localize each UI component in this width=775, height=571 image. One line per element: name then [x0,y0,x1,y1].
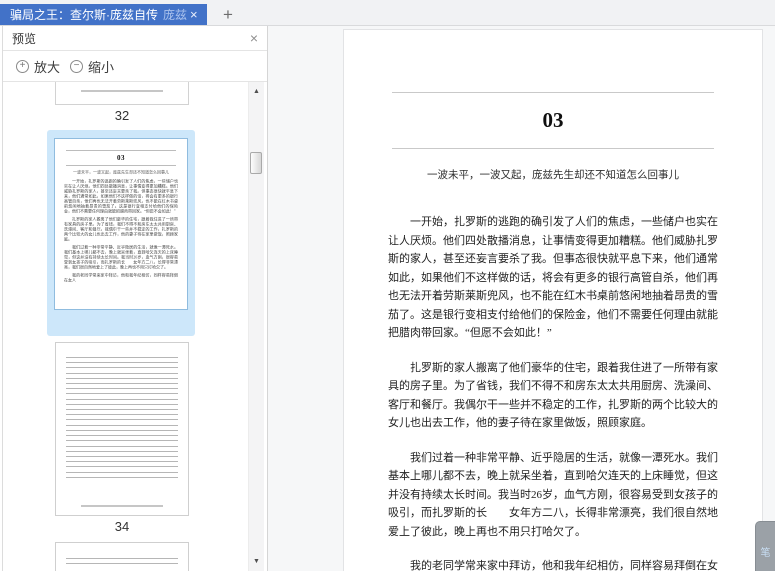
mini-paragraph: 我们过着一种非常平静、近乎隐居的生活，就像一潭死水。我们基本上哪儿都不去，晚上就… [64,245,178,270]
chapter-heading: 03 [542,108,564,132]
mini-text-lines [66,357,178,368]
thumbnail-page-32[interactable] [55,82,189,105]
preview-toolbar: + 放大 − 缩小 [3,51,267,82]
body-text: 一开始，扎罗斯的逃跑的确引发了人们的焦虑，一些储户也实在让人厌烦。他们四处散播消… [388,213,718,571]
mini-text-lines [66,399,178,420]
preview-panel-header: 预览 × [3,26,267,51]
mini-text-lines [66,472,178,478]
preview-close-icon[interactable]: × [250,31,258,45]
mini-paragraph: 扎罗斯的家人搬离了他们豪华的住宅，跟着我住进了一所带有家具的房子里。为了省钱，我… [64,217,178,242]
mini-chapter-heading: 03 [117,154,125,162]
mini-text-lines [66,373,178,394]
thumbnail-footer-line [81,505,163,507]
thumbnail-page-35[interactable] [55,542,189,571]
mini-paragraph: 我的老同学常来家中拜访，他和我年纪相仿，同样容易拜倒在女人 [64,273,178,283]
mini-text-lines [66,425,178,441]
scroll-down-icon[interactable]: ▼ [249,557,264,567]
chapter-subtitle: 一波未平，一波又起，庞兹先生却还不知道怎么回事儿 [427,170,679,181]
zoom-in-label: 放大 [34,59,61,75]
active-tab-title-faded: 庞兹 [163,8,187,22]
divider-top [392,92,714,93]
zoom-in-button[interactable]: + 放大 [16,57,60,76]
preview-panel-title: 预览 [12,31,37,46]
mini-text-block: 一波未平，一波又起，庞兹先生却还不知道怎么回事儿 一开始，扎罗斯的逃跑的确引发了… [64,168,178,296]
active-tab[interactable]: 骗局之王：查尔斯·庞兹自传 庞兹 × [0,4,207,25]
body-paragraph: 我们过着一种非常平静、近乎隐居的生活，就像一潭死水。我们基本上哪儿都不去，晚上就… [388,451,718,538]
app-window: 骗局之王：查尔斯·庞兹自传 庞兹 × + 预览 × + 放大 − 缩小 32 0… [0,0,775,571]
thumbnail-label-32: 32 [114,108,130,123]
new-tab-button[interactable]: + [207,4,249,25]
preview-panel: 预览 × + 放大 − 缩小 32 03 一波未平，一波又起，庞兹先生却还不知道… [2,26,268,571]
document-view: 03 一波未平，一波又起，庞兹先生却还不知道怎么回事儿 一开始，扎罗斯的逃跑的确… [268,26,775,571]
divider-bottom [392,148,714,149]
mini-divider [66,150,176,151]
mini-text-lines [66,446,178,467]
thumbnails-scrollbar[interactable]: ▲ ▼ [248,82,264,571]
body-paragraph: 扎罗斯的家人搬离了他们豪华的住宅，跟着我住进了一所带有家具的房子里。为了省钱，我… [388,361,718,430]
body-paragraph: 我的老同学常来家中拜访，他和我年纪相仿，同样容易拜倒在女人 [410,560,718,571]
thumbnail-page-33: 03 一波未平，一波又起，庞兹先生却还不知道怎么回事儿 一开始，扎罗斯的逃跑的确… [54,138,188,310]
active-tab-title: 骗局之王：查尔斯·庞兹自传 [10,8,158,22]
mini-text-lines [66,558,178,564]
zoom-out-button[interactable]: − 缩小 [70,57,114,76]
tab-close-icon[interactable]: × [190,8,198,21]
zoom-out-icon: − [70,59,84,73]
content-row: 预览 × + 放大 − 缩小 32 03 一波未平，一波又起，庞兹先生却还不知道… [0,26,775,571]
thumbnail-page-34[interactable] [55,342,189,516]
mini-subtitle: 一波未平，一波又起，庞兹先生却还不知道怎么回事儿 [73,170,169,175]
zoom-out-label: 缩小 [88,59,115,75]
body-paragraph: 一开始，扎罗斯的逃跑的确引发了人们的焦虑，一些储户也实在让人厌烦。他们四处散播消… [388,216,718,339]
thumbnail-list: 32 03 一波未平，一波又起，庞兹先生却还不知道怎么回事儿 一开始，扎罗斯的逃… [3,82,267,571]
scrollbar-thumb[interactable] [250,152,262,174]
notes-handle-label: 笔 [760,547,771,559]
document-page: 03 一波未平，一波又起，庞兹先生却还不知道怎么回事儿 一开始，扎罗斯的逃跑的确… [343,29,763,571]
notes-side-handle[interactable]: 笔 [755,521,775,571]
mini-divider [66,165,176,166]
thumbnail-page-33-selected[interactable]: 03 一波未平，一波又起，庞兹先生却还不知道怎么回事儿 一开始，扎罗斯的逃跑的确… [47,130,195,336]
zoom-in-icon: + [16,59,29,73]
thumbnail-label-34: 34 [114,519,130,534]
scroll-up-icon[interactable]: ▲ [249,87,264,97]
thumbnail-footer-line [81,90,163,92]
tab-bar: 骗局之王：查尔斯·庞兹自传 庞兹 × + [0,0,775,26]
mini-paragraph: 一开始，扎罗斯的逃跑的确引发了人们的焦虑，一些储户也实在让人厌烦。他们四处散播消… [64,179,178,214]
